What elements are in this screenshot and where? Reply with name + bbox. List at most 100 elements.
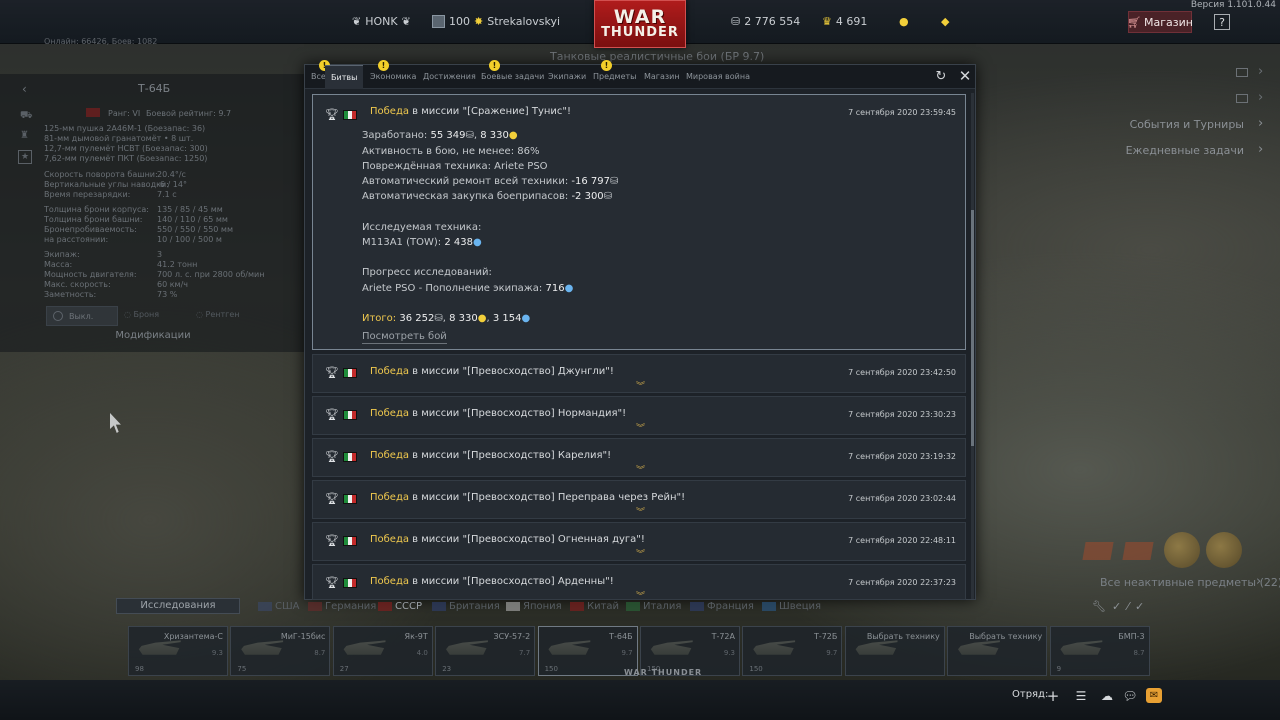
radio-icon: ◌ [124, 310, 134, 319]
chat-icon[interactable] [1236, 68, 1248, 77]
refresh-button[interactable]: ↻ [933, 69, 949, 85]
expand-chevron-icon[interactable]: ︾ [636, 505, 645, 518]
medal-icon[interactable] [1164, 532, 1200, 568]
daily-tasks-link[interactable]: Ежедневные задачи [1126, 144, 1244, 157]
tab-5[interactable]: Экипажи [548, 72, 586, 81]
crew-slot[interactable]: МиГ-15бис 8.7 75 [230, 626, 331, 676]
crew-slot[interactable]: Як-9Т 4.0 27 [332, 626, 433, 676]
battle-date: 7 сентября 2020 23:02:44 [848, 494, 956, 503]
vehicle-name: Т-72Б [813, 632, 838, 641]
war-thunder-logo[interactable]: WAR THUNDER [594, 0, 686, 48]
chevron-left-icon[interactable]: ‹ [22, 82, 27, 96]
tab-0[interactable]: Все [311, 72, 326, 81]
tab-4[interactable]: Боевые задачи [481, 72, 544, 81]
booster-chip[interactable] [1082, 542, 1114, 560]
profile-button[interactable]: 100 ✸ Strekalovskyi [432, 15, 560, 28]
crew-slot[interactable]: Выбрать технику [844, 626, 945, 676]
view-mode-armor[interactable]: ◌ Броня [124, 310, 159, 319]
expand-chevron-icon[interactable]: ︾ [636, 463, 645, 476]
battle-title: Победа в миссии "[Превосходство] Огненна… [370, 534, 645, 545]
view-mode-off[interactable]: Выкл. [46, 306, 118, 326]
stat-label: Скорость поворота башни: [44, 170, 158, 179]
list-icon[interactable]: ☰ [1072, 688, 1090, 704]
research-tab[interactable]: Исследования [116, 598, 240, 614]
battle-date: 7 сентября 2020 23:19:32 [848, 452, 956, 461]
close-button[interactable]: ✕ [957, 68, 973, 84]
crew-slot[interactable]: Т-64Б 9.7 150 [537, 626, 638, 676]
tab-7[interactable]: Магазин [644, 72, 680, 81]
contacts-icon[interactable]: ☁ [1098, 688, 1116, 704]
crew-icon[interactable]: ♜ [20, 130, 29, 141]
nation-tab[interactable]: Швеция [762, 601, 821, 612]
add-squad-icon[interactable]: + [1044, 688, 1062, 704]
premium-button[interactable]: ◆ [941, 15, 949, 28]
shop-button[interactable]: 🛒︎ Магазин [1127, 11, 1193, 33]
battle-card[interactable]: 🏆︎ Победа в миссии "[Превосходство] Переп… [312, 480, 966, 519]
trophy-cup-icon: 🏆︎ [325, 366, 339, 379]
vehicle-name: МиГ-15бис [280, 632, 326, 641]
crew-slot[interactable]: Хризантема-С 9.3 98 [128, 626, 228, 676]
view-mode-xray[interactable]: ◌ Рентген [196, 310, 240, 319]
expand-chevron-icon[interactable]: ︾ [636, 421, 645, 434]
nation-tab[interactable]: Германия [308, 601, 376, 612]
stat-value: 3 [157, 250, 163, 259]
modifications-button[interactable]: Модификации [44, 330, 262, 346]
nation-tab[interactable]: Китай [570, 601, 619, 612]
laurel-icon: ❦ [401, 15, 411, 28]
chevron-right-icon[interactable]: › [1258, 64, 1263, 79]
battle-card[interactable]: 🏆︎ Победа в миссии "[Превосходство] Карел… [312, 438, 966, 477]
nation-tab[interactable]: Япония [506, 601, 562, 612]
battle-mode-label[interactable]: Танковые реалистичные бои (БР 9.7) [550, 50, 764, 63]
golden-eagles-balance[interactable]: ♛ 4 691 [822, 15, 867, 28]
tab-3[interactable]: Достижения [423, 72, 476, 81]
nation-tab[interactable]: Британия [432, 601, 500, 612]
nation-tab[interactable]: Франция [690, 601, 754, 612]
booster-chip[interactable] [1122, 542, 1154, 560]
squad-tag[interactable]: ❦ HONK ❦ [352, 15, 411, 28]
tank-icon[interactable]: ⛟ [20, 110, 33, 123]
vehicle-icon [343, 640, 386, 655]
nation-tab[interactable]: США [258, 601, 300, 612]
nation-tab[interactable]: Италия [626, 601, 681, 612]
vehicle-br: 9.3 [723, 649, 735, 657]
nation-flag-icon [570, 602, 584, 611]
crew-slot[interactable]: Т-72Б 9.7 150 [742, 626, 843, 676]
crew-slot[interactable]: ЗСУ-57-2 7.7 23 [435, 626, 536, 676]
radio-icon [53, 311, 63, 321]
notifications-dialog: Все! Битвы Экономика! Достижения Боевые зада… [304, 60, 976, 602]
crew-slot[interactable]: Выбрать технику [947, 626, 1048, 676]
mail-icon[interactable]: ✉ [1146, 688, 1162, 703]
battle-card[interactable]: 🏆︎ Победа в миссии "[Превосходство] Джунг… [312, 354, 966, 393]
events-link[interactable]: События и Турниры [1130, 118, 1244, 131]
rank-star-icon[interactable]: ★ [18, 150, 32, 164]
stat-value: 41.2 тонн [157, 260, 198, 269]
silver-lions-balance[interactable]: ⛁ 2 776 554 [731, 15, 800, 28]
nation-tab[interactable]: СССР [378, 601, 422, 612]
total-line: Итого: 36 252⛁, 8 330●, 3 154● [362, 313, 531, 324]
view-battle-link[interactable]: Посмотреть бой [362, 331, 447, 344]
battle-card-expanded[interactable]: 🏆︎ Победа в миссии "[Сражение] Тунис"! 7… [312, 94, 966, 350]
tab-8[interactable]: Мировая война [686, 72, 750, 81]
chevron-right-icon[interactable]: › [1258, 90, 1263, 105]
tab-6[interactable]: Предметы [593, 72, 636, 81]
rp-bulb-button[interactable]: ● [899, 15, 909, 28]
tab-1[interactable]: Битвы [325, 65, 364, 89]
italy-flag-icon [343, 452, 357, 462]
stat-value: 135 / 85 / 45 мм [157, 205, 223, 214]
trophy-cup-icon: 🏆︎ [325, 576, 339, 589]
scrollbar-thumb[interactable] [971, 210, 974, 446]
help-button[interactable]: ? [1214, 14, 1230, 30]
battle-card[interactable]: 🏆︎ Победа в миссии "[Превосходство] Огнен… [312, 522, 966, 561]
expand-chevron-icon[interactable]: ︾ [636, 547, 645, 560]
vehicle-count: 9 [1056, 665, 1062, 673]
chat-bubble-icon[interactable]: 💬︎ [1121, 688, 1139, 704]
expand-chevron-icon[interactable]: ︾ [636, 379, 645, 392]
inactive-items-link[interactable]: Все неактивные предметы (22) [1100, 576, 1280, 589]
battle-card[interactable]: 🏆︎ Победа в миссии "[Превосходство] Норма… [312, 396, 966, 435]
slot-tools-icons[interactable]: 🔧︎✓⁄✓ [1092, 600, 1150, 613]
battle-card[interactable]: 🏆︎ Победа в миссии "[Превосходство] Арден… [312, 564, 966, 602]
tab-2[interactable]: Экономика [370, 72, 416, 81]
medal-icon[interactable] [1206, 532, 1242, 568]
crew-slot[interactable]: БМП-3 8.7 9 [1049, 626, 1150, 676]
chat-icon[interactable] [1236, 94, 1248, 103]
